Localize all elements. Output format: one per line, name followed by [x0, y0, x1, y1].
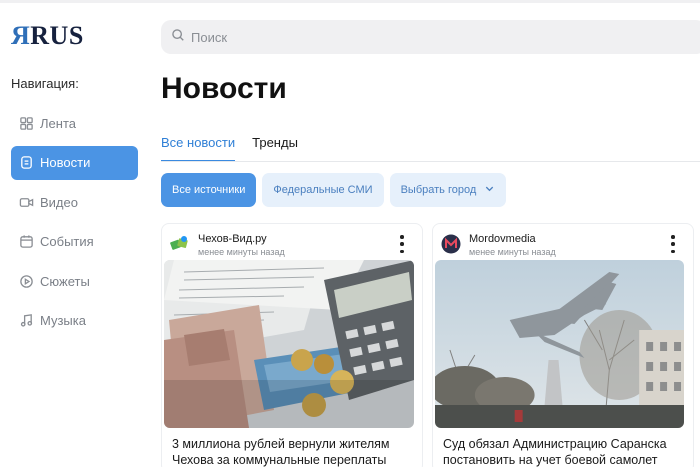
nav-heading: Навигация: — [11, 76, 79, 91]
sidebar-item-label: Сюжеты — [40, 273, 90, 289]
more-options-icon[interactable] — [671, 235, 675, 253]
sidebar-item-music[interactable]: Музыка — [11, 304, 138, 338]
news-card[interactable]: Mordovmedia менее минуты назад Суд обяза… — [432, 223, 694, 467]
filter-city-label: Выбрать город — [400, 184, 477, 196]
page-title: Новости — [161, 72, 287, 105]
sidebar-item-label: Лента — [40, 115, 76, 131]
search-input[interactable] — [191, 29, 671, 45]
news-card[interactable]: Чехов-Вид.ру менее минуты назад 3 миллио… — [161, 223, 423, 467]
news-headline[interactable]: Суд обязал Администрацию Саранска постан… — [443, 436, 683, 467]
document-icon — [18, 155, 34, 171]
source-name[interactable]: Чехов-Вид.ру — [198, 233, 267, 245]
video-camera-icon — [18, 194, 34, 210]
tab-all-news[interactable]: Все новости — [161, 135, 236, 162]
logo-prefix: Я — [11, 21, 31, 50]
card-image[interactable] — [435, 260, 684, 428]
news-headline[interactable]: 3 миллиона рублей вернули жителям Чехова… — [172, 436, 412, 467]
publish-time: менее минуты назад — [198, 247, 285, 257]
sidebar-item-feed[interactable]: Лента — [11, 106, 138, 140]
source-name[interactable]: Mordovmedia — [469, 233, 536, 245]
top-divider — [0, 0, 700, 3]
source-logo-icon — [441, 234, 461, 254]
filter-city-dropdown[interactable]: Выбрать город — [389, 173, 507, 207]
sidebar-item-news[interactable]: Новости — [11, 145, 138, 180]
sidebar-item-label: Новости — [40, 155, 91, 170]
sidebar-item-label: События — [40, 234, 94, 249]
publish-time: менее минуты назад — [469, 247, 556, 257]
sidebar-item-events[interactable]: События — [11, 225, 138, 259]
calendar-icon — [18, 234, 34, 250]
filter-federal-media-button[interactable]: Федеральные СМИ — [262, 173, 384, 207]
tabs-divider — [161, 161, 700, 162]
grid-icon — [18, 115, 34, 131]
sidebar-item-label: Видео — [40, 194, 78, 210]
search-icon — [171, 28, 191, 47]
card-image[interactable] — [164, 260, 414, 428]
more-options-icon[interactable] — [400, 235, 404, 253]
site-logo[interactable]: ЯRUS — [11, 22, 84, 50]
search-bar[interactable] — [161, 20, 700, 54]
play-circle-icon — [18, 273, 34, 289]
sidebar-nav: Лента Новости Видео События Сюжеты Музык… — [11, 106, 138, 343]
card-header: Mordovmedia менее минуты назад — [441, 230, 685, 258]
news-tabs: Все новости Тренды — [161, 135, 315, 162]
sidebar-item-video[interactable]: Видео — [11, 185, 138, 219]
card-header: Чехов-Вид.ру менее минуты назад — [170, 230, 414, 258]
logo-rest: RUS — [30, 21, 84, 50]
music-note-icon — [18, 313, 34, 329]
source-filters: Все источники Федеральные СМИ Выбрать го… — [161, 173, 512, 207]
sidebar-item-label: Музыка — [40, 313, 86, 328]
sidebar-item-stories[interactable]: Сюжеты — [11, 264, 138, 298]
chevron-down-icon — [476, 183, 495, 197]
filter-all-sources-button[interactable]: Все источники — [161, 173, 257, 207]
source-logo-icon — [170, 234, 190, 254]
tab-trends[interactable]: Тренды — [252, 135, 298, 162]
